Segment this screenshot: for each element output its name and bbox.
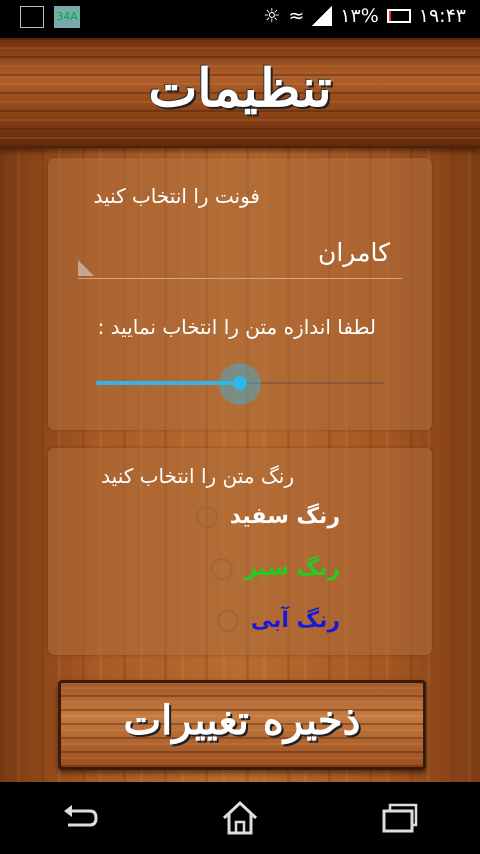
image-icon [20, 6, 44, 28]
save-changes-button[interactable]: ذخیره تغییرات [58, 680, 426, 770]
color-label: رنگ متن را انتخاب کنید [101, 464, 294, 488]
navigation-bar [0, 782, 480, 854]
recent-apps-icon [382, 803, 418, 833]
radio-label-white: رنگ سفید [229, 504, 340, 529]
battery-icon [386, 9, 411, 23]
back-icon [64, 805, 98, 827]
wifi-icon: ≈ [288, 5, 305, 27]
slider-thumb[interactable] [233, 376, 247, 390]
radio-option-green[interactable]: رنگ سبز [210, 556, 340, 581]
color-settings-card: رنگ متن را انتخاب کنید رنگ سفید رنگ سبز … [48, 448, 432, 655]
status-bar: 34A ☼ ≈ ۱۳% ۱۹:۴۳ [0, 0, 480, 38]
home-button[interactable] [210, 793, 270, 843]
page-title: تنظیمات [148, 58, 332, 119]
font-spinner[interactable]: کامران [78, 238, 402, 279]
font-settings-card: فونت را انتخاب کنید کامران لطفا اندازه م… [48, 158, 432, 430]
header-banner: تنظیمات [0, 38, 480, 148]
settings-screen: تنظیمات فونت را انتخاب کنید کامران لطفا … [0, 38, 480, 782]
save-button-label: ذخیره تغییرات [123, 697, 361, 744]
clock: ۱۹:۴۳ [418, 5, 466, 27]
back-button[interactable] [50, 793, 110, 843]
radio-label-blue: رنگ آبی [250, 608, 340, 633]
34a-icon: 34A [54, 6, 80, 28]
recent-apps-button[interactable] [370, 793, 430, 843]
radio-option-white[interactable]: رنگ سفید [195, 504, 340, 529]
selected-font: کامران [317, 238, 390, 267]
radio-button-green[interactable] [210, 557, 233, 580]
battery-percent: ۱۳% [340, 5, 379, 27]
radio-option-blue[interactable]: رنگ آبی [216, 608, 340, 633]
home-icon [222, 800, 258, 835]
radio-button-white[interactable] [195, 505, 218, 528]
headset-icon: ☼ [263, 5, 281, 27]
font-label: فونت را انتخاب کنید [93, 184, 260, 208]
signal-icon [312, 6, 333, 26]
size-label: لطفا اندازه متن را انتخاب نمایید : [97, 315, 376, 339]
radio-button-blue[interactable] [216, 609, 239, 632]
text-size-slider[interactable] [96, 363, 384, 405]
radio-label-green: رنگ سبز [244, 556, 340, 581]
spinner-arrow-icon [78, 260, 94, 276]
